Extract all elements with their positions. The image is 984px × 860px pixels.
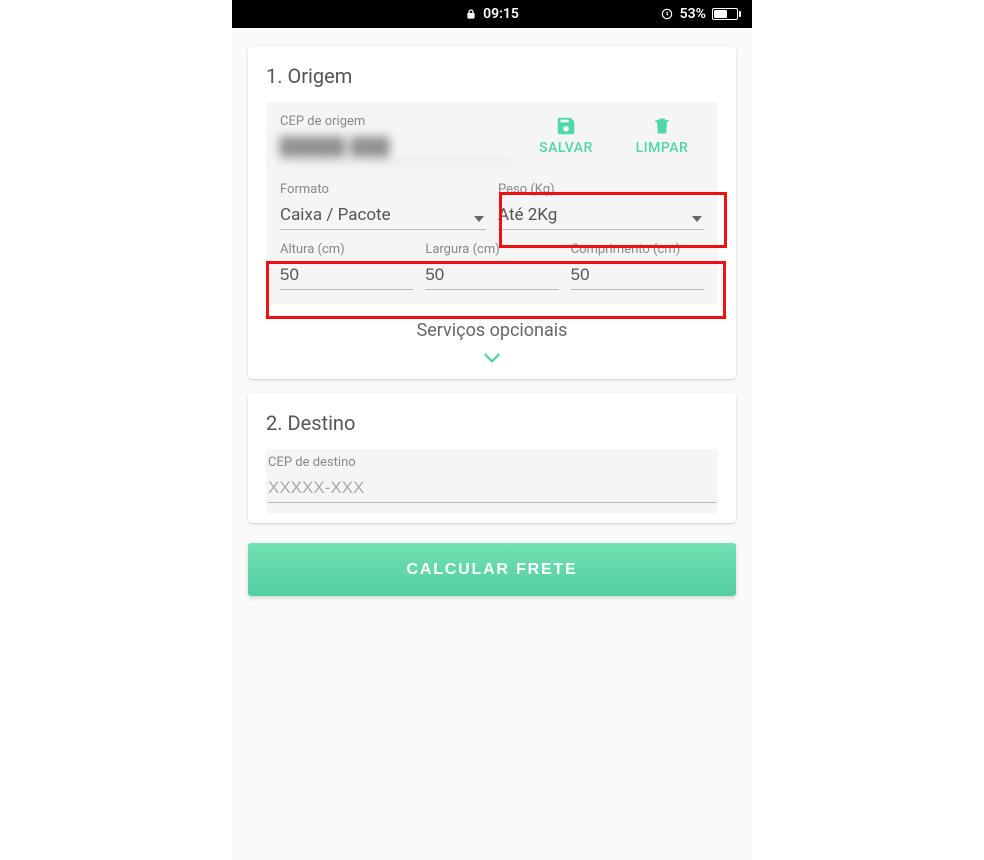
destino-title: 2. Destino [266, 411, 718, 435]
salvar-button[interactable]: SALVAR [524, 114, 608, 156]
formato-label: Formato [280, 182, 486, 197]
cep-destino-input[interactable] [268, 476, 716, 503]
chevron-down-icon [474, 216, 484, 222]
servicos-label: Serviços opcionais [266, 304, 718, 341]
status-bar: 09:15 53% [232, 0, 752, 28]
cep-origem-input[interactable]: █████-███ [280, 135, 512, 162]
battery-icon [712, 8, 738, 20]
origem-title: 1. Origem [266, 64, 718, 88]
destino-card: 2. Destino CEP de destino [248, 393, 736, 523]
largura-label: Largura (cm) [425, 242, 558, 257]
lock-icon [465, 8, 477, 20]
chevron-down-icon [482, 351, 502, 365]
formato-select[interactable]: Caixa / Pacote [280, 203, 486, 230]
trash-icon [652, 114, 672, 138]
peso-label: Peso (Kg) [498, 182, 704, 197]
peso-select[interactable]: Até 2Kg [498, 203, 704, 230]
limpar-button[interactable]: LIMPAR [620, 114, 704, 156]
formato-value: Caixa / Pacote [280, 203, 486, 230]
comprimento-input[interactable] [571, 263, 704, 290]
origem-card: 1. Origem CEP de origem █████-███ SALVAR [248, 46, 736, 379]
rotation-lock-icon [660, 7, 674, 21]
altura-label: Altura (cm) [280, 242, 413, 257]
salvar-label: SALVAR [539, 140, 593, 156]
origem-panel: CEP de origem █████-███ SALVAR [266, 102, 718, 304]
cep-origem-label: CEP de origem [280, 114, 512, 129]
status-time: 09:15 [483, 6, 519, 22]
destino-panel: CEP de destino [266, 449, 718, 513]
battery-pct: 53% [680, 6, 706, 22]
phone-frame: 09:15 53% 1. Origem CEP de origem █████-… [232, 0, 752, 860]
limpar-label: LIMPAR [636, 140, 689, 156]
largura-input[interactable] [425, 263, 558, 290]
calcular-frete-button[interactable]: CALCULAR FRETE [248, 543, 736, 596]
cep-destino-label: CEP de destino [268, 455, 716, 470]
servicos-expand[interactable] [266, 341, 718, 369]
altura-input[interactable] [280, 263, 413, 290]
save-icon [555, 114, 577, 138]
peso-value: Até 2Kg [498, 203, 704, 230]
comprimento-label: Comprimento (cm) [571, 242, 704, 257]
chevron-down-icon [692, 216, 702, 222]
